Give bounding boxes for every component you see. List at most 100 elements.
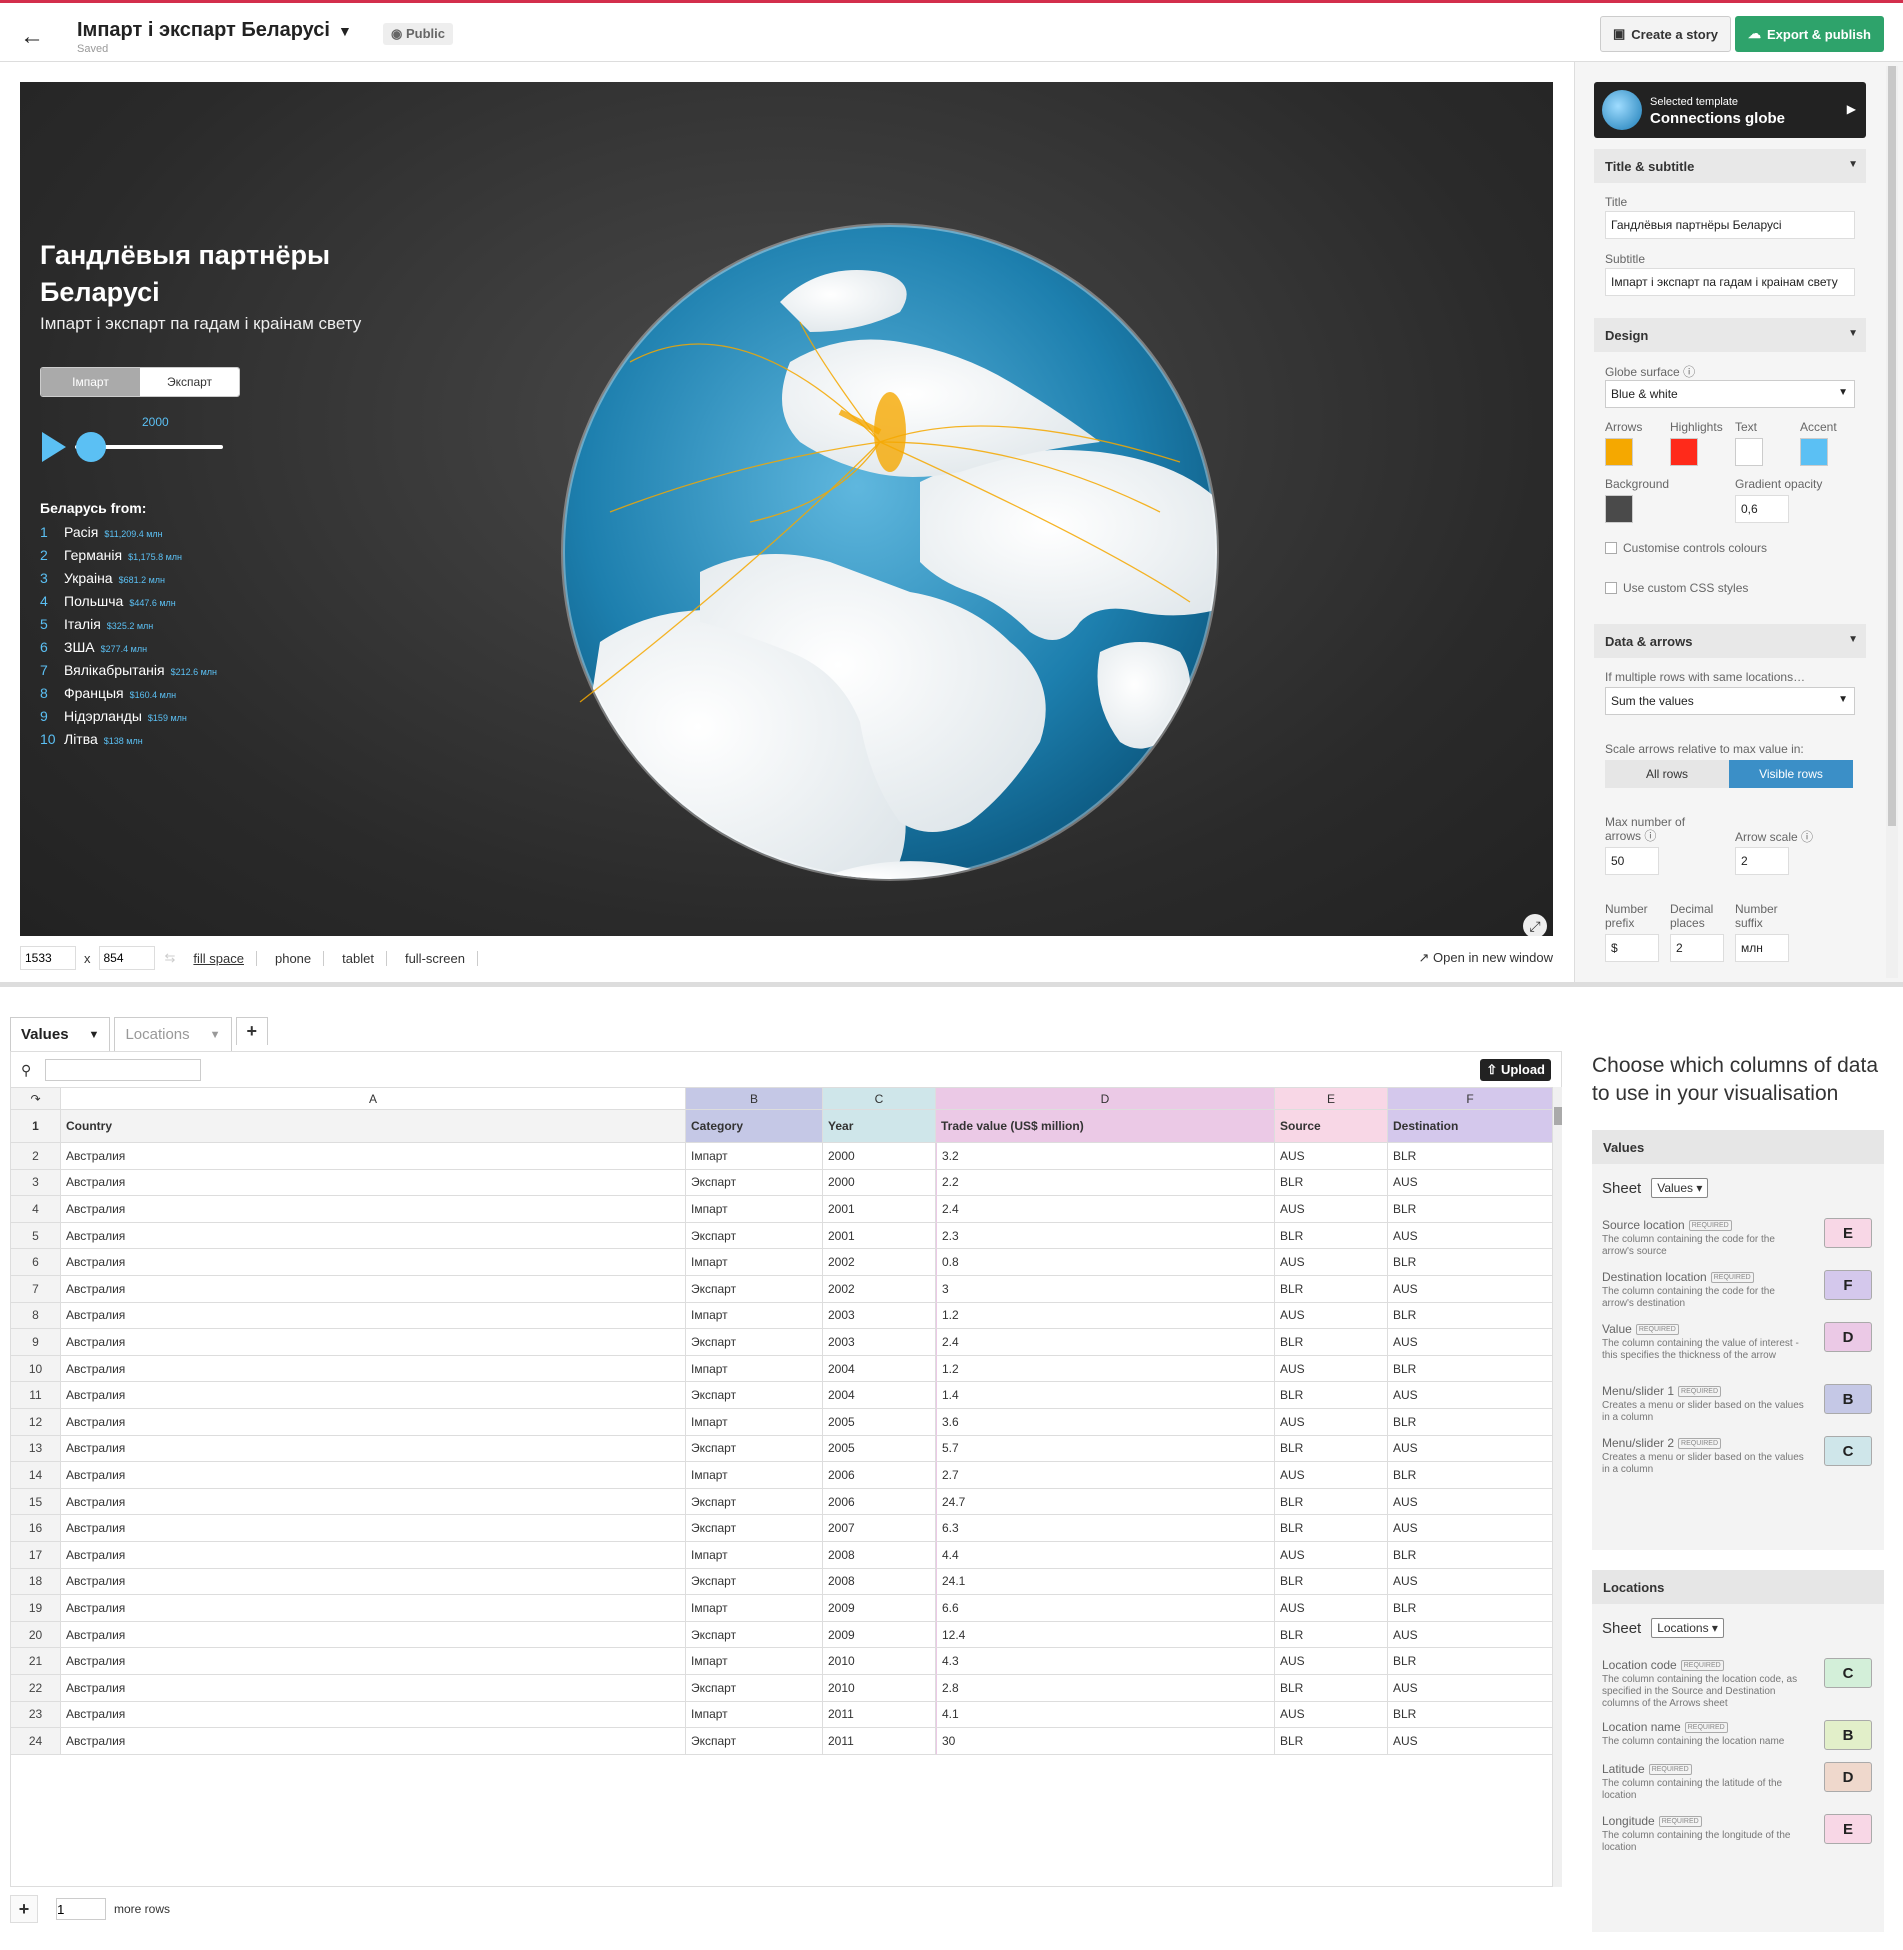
- visualisation-preview[interactable]: Гандлёвыя партнёры Беларусі Імпарт і экс…: [20, 82, 1553, 936]
- cell-trade-value[interactable]: 24.7: [936, 1488, 1275, 1516]
- header-source[interactable]: Source: [1275, 1110, 1388, 1143]
- row-number[interactable]: 12: [11, 1409, 61, 1436]
- cell-destination[interactable]: BLR: [1388, 1409, 1553, 1436]
- row-number[interactable]: 17: [11, 1542, 61, 1569]
- tab-values[interactable]: Values ▼: [10, 1017, 111, 1051]
- col-letter-b[interactable]: B: [686, 1088, 823, 1110]
- help-icon[interactable]: ⓘ: [1683, 365, 1695, 379]
- help-icon[interactable]: ⓘ: [1801, 830, 1813, 844]
- tablet-link[interactable]: tablet: [342, 950, 387, 966]
- gradient-opacity-input[interactable]: 0,6: [1735, 495, 1789, 523]
- cell-country[interactable]: Австралия: [61, 1648, 686, 1675]
- section-title-subtitle[interactable]: Title & subtitle ▼: [1594, 149, 1866, 183]
- cell-destination[interactable]: AUS: [1388, 1382, 1553, 1409]
- cell-country[interactable]: Австралия: [61, 1302, 686, 1330]
- cell-country[interactable]: Австралия: [61, 1675, 686, 1702]
- cell-country[interactable]: Австралия: [61, 1169, 686, 1197]
- cell-country[interactable]: Австралия: [61, 1462, 686, 1489]
- cell-category[interactable]: Імпарт: [686, 1701, 823, 1729]
- cell-category[interactable]: Экспарт: [686, 1675, 823, 1702]
- cell-country[interactable]: Австралия: [61, 1435, 686, 1463]
- row-number[interactable]: 19: [11, 1595, 61, 1622]
- cell-destination[interactable]: AUS: [1388, 1728, 1553, 1755]
- cell-destination[interactable]: BLR: [1388, 1143, 1553, 1170]
- globe[interactable]: [540, 182, 1240, 887]
- section-data-arrows[interactable]: Data & arrows ▼: [1594, 624, 1866, 658]
- all-rows-option[interactable]: All rows: [1605, 760, 1729, 788]
- row-number[interactable]: 6: [11, 1249, 61, 1276]
- row-number[interactable]: 11: [11, 1382, 61, 1409]
- cell-source[interactable]: AUS: [1275, 1143, 1388, 1170]
- cell-source[interactable]: AUS: [1275, 1595, 1388, 1622]
- row-number[interactable]: 7: [11, 1276, 61, 1303]
- cell-category[interactable]: Экспарт: [686, 1382, 823, 1409]
- cell-category[interactable]: Экспарт: [686, 1276, 823, 1303]
- cell-destination[interactable]: BLR: [1388, 1701, 1553, 1729]
- cell-destination[interactable]: AUS: [1388, 1276, 1553, 1303]
- cell-destination[interactable]: BLR: [1388, 1462, 1553, 1489]
- cell-source[interactable]: BLR: [1275, 1728, 1388, 1755]
- upload-button[interactable]: ⇧ Upload: [1480, 1059, 1551, 1081]
- cell-destination[interactable]: BLR: [1388, 1542, 1553, 1569]
- cell-year[interactable]: 2009: [823, 1621, 936, 1649]
- back-arrow-icon[interactable]: ←: [20, 23, 44, 51]
- row-number[interactable]: 3: [11, 1169, 61, 1197]
- cell-year[interactable]: 2005: [823, 1409, 936, 1436]
- customise-controls-checkbox[interactable]: Customise controls colours: [1605, 541, 1767, 555]
- header-year[interactable]: Year: [823, 1110, 936, 1143]
- cell-trade-value[interactable]: 0.8: [936, 1249, 1275, 1276]
- arrows-color-swatch[interactable]: [1605, 438, 1633, 466]
- binding-column-selector[interactable]: E: [1824, 1814, 1872, 1844]
- cell-year[interactable]: 2004: [823, 1382, 936, 1409]
- row-number[interactable]: 10: [11, 1355, 61, 1383]
- col-letter-a[interactable]: A: [61, 1088, 686, 1110]
- visualisation-title[interactable]: Імпарт і экспарт Беларусі ▼: [77, 19, 352, 42]
- cell-trade-value[interactable]: 2.8: [936, 1675, 1275, 1702]
- cell-category[interactable]: Экспарт: [686, 1169, 823, 1197]
- swap-icon[interactable]: ⇆: [165, 950, 176, 966]
- height-input[interactable]: [98, 946, 155, 970]
- cell-destination[interactable]: AUS: [1388, 1435, 1553, 1463]
- cell-source[interactable]: AUS: [1275, 1462, 1388, 1489]
- cell-trade-value[interactable]: 3.2: [936, 1143, 1275, 1170]
- cell-source[interactable]: AUS: [1275, 1249, 1388, 1276]
- cell-country[interactable]: Австралия: [61, 1515, 686, 1542]
- cell-year[interactable]: 2003: [823, 1329, 936, 1356]
- cell-destination[interactable]: BLR: [1388, 1249, 1553, 1276]
- cell-destination[interactable]: AUS: [1388, 1515, 1553, 1542]
- cell-trade-value[interactable]: 24.1: [936, 1568, 1275, 1596]
- row-number[interactable]: 2: [11, 1143, 61, 1170]
- grid-scrollbar[interactable]: [1552, 1087, 1562, 1887]
- cell-country[interactable]: Австралия: [61, 1276, 686, 1303]
- cell-trade-value[interactable]: 6.3: [936, 1515, 1275, 1542]
- row-number[interactable]: 18: [11, 1568, 61, 1596]
- header-country[interactable]: Country: [61, 1110, 686, 1143]
- cell-year[interactable]: 2003: [823, 1302, 936, 1330]
- cell-source[interactable]: AUS: [1275, 1542, 1388, 1569]
- cell-source[interactable]: BLR: [1275, 1382, 1388, 1409]
- resize-icon[interactable]: ⤢: [1523, 914, 1547, 936]
- row-number[interactable]: 9: [11, 1329, 61, 1356]
- row-number[interactable]: 14: [11, 1462, 61, 1489]
- cell-trade-value[interactable]: 3: [936, 1276, 1275, 1303]
- cell-year[interactable]: 2001: [823, 1222, 936, 1250]
- visible-rows-option[interactable]: Visible rows: [1729, 760, 1853, 788]
- data-grid[interactable]: ↷ A B C D E F 1 Country Category Year Tr…: [10, 1087, 1562, 1887]
- cell-category[interactable]: Экспарт: [686, 1329, 823, 1356]
- add-rows-button[interactable]: +: [10, 1895, 38, 1923]
- cell-category[interactable]: Імпарт: [686, 1409, 823, 1436]
- cell-trade-value[interactable]: 3.6: [936, 1409, 1275, 1436]
- cell-year[interactable]: 2011: [823, 1701, 936, 1729]
- cell-country[interactable]: Австралия: [61, 1701, 686, 1729]
- cell-country[interactable]: Австралия: [61, 1329, 686, 1356]
- cell-category[interactable]: Экспарт: [686, 1488, 823, 1516]
- phone-link[interactable]: phone: [275, 950, 325, 966]
- cell-trade-value[interactable]: 4.1: [936, 1701, 1275, 1729]
- col-letter-f[interactable]: F: [1388, 1088, 1553, 1110]
- cell-source[interactable]: BLR: [1275, 1515, 1388, 1542]
- chevron-down-icon[interactable]: ▼: [338, 23, 352, 39]
- cell-year[interactable]: 2001: [823, 1196, 936, 1223]
- cell-trade-value[interactable]: 6.6: [936, 1595, 1275, 1622]
- add-sheet-button[interactable]: +: [235, 1017, 269, 1045]
- multiple-rows-select[interactable]: Sum the values ▼: [1605, 687, 1855, 715]
